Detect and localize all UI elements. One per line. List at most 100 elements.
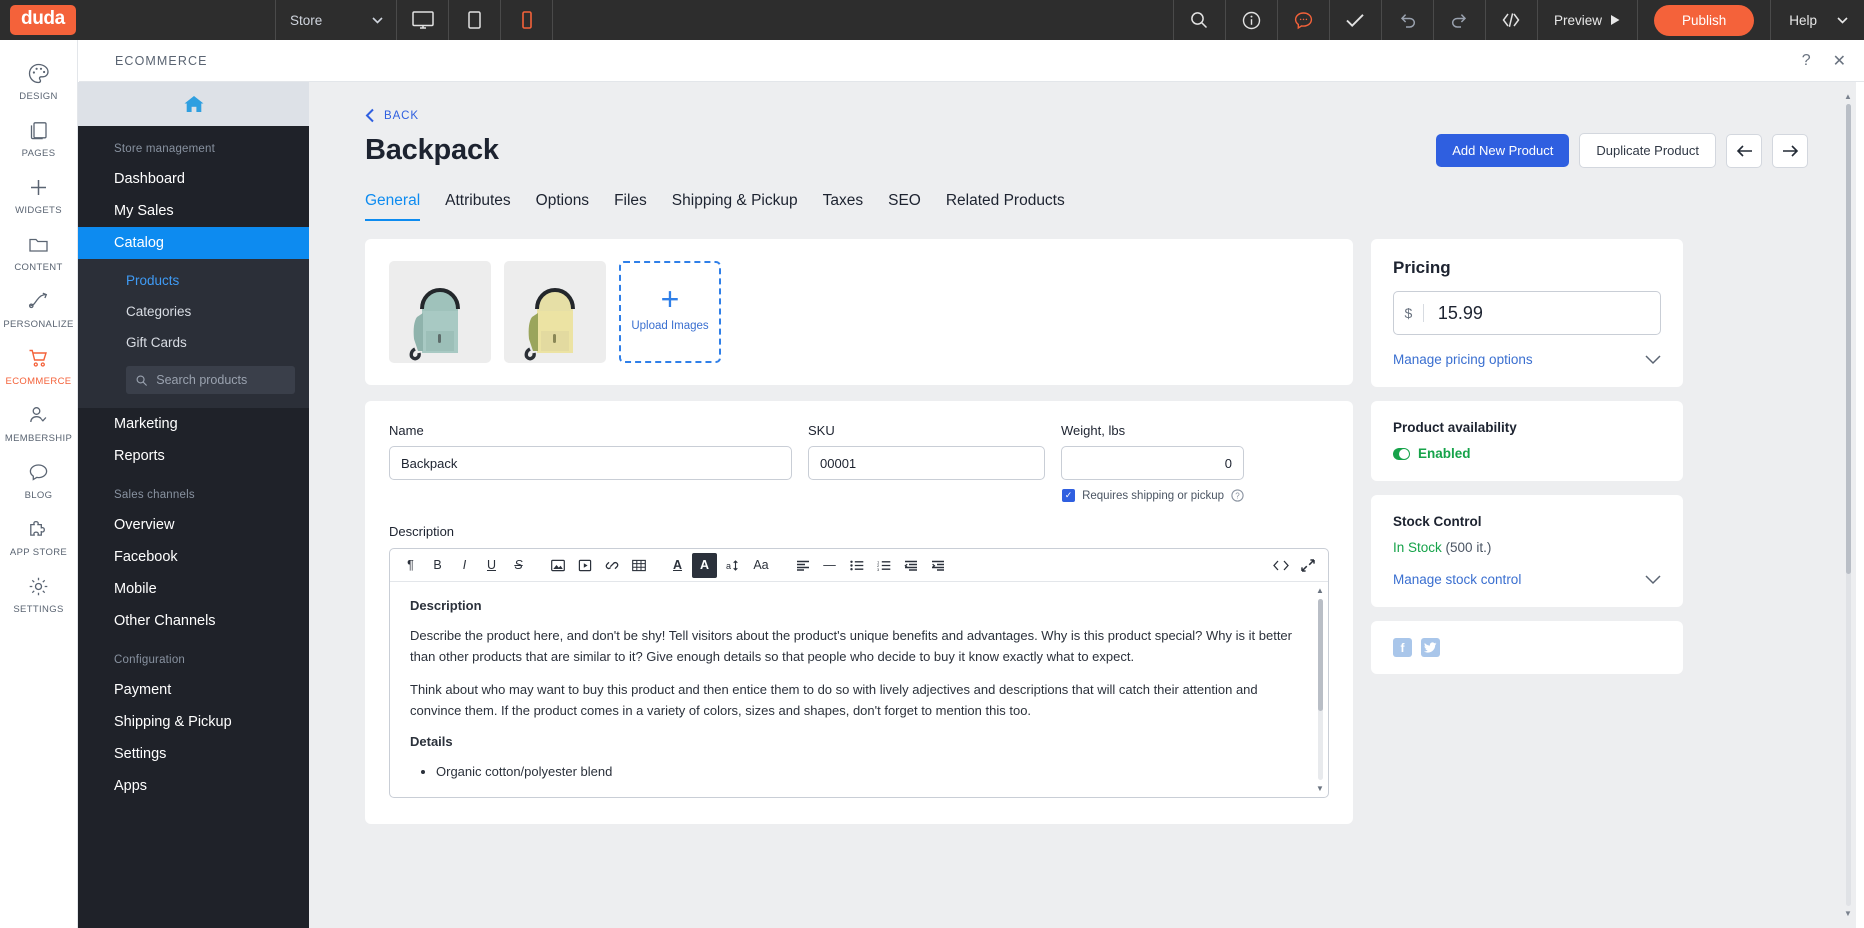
- tab-files[interactable]: Files: [614, 192, 647, 221]
- text-color-icon[interactable]: A: [665, 553, 690, 578]
- nav-item-payment[interactable]: Payment: [78, 674, 309, 706]
- mobile-view-icon[interactable]: [501, 0, 552, 40]
- rail-item-widgets[interactable]: WIDGETS: [0, 168, 78, 225]
- scroll-thumb[interactable]: [1846, 104, 1851, 574]
- nav-item-other-channels[interactable]: Other Channels: [78, 605, 309, 637]
- font-size-icon[interactable]: a: [719, 553, 744, 578]
- fullscreen-icon[interactable]: [1295, 553, 1320, 578]
- tab-seo[interactable]: SEO: [888, 192, 921, 221]
- image-icon[interactable]: [545, 553, 570, 578]
- desktop-view-icon[interactable]: [397, 0, 448, 40]
- info-icon[interactable]: [1226, 0, 1277, 40]
- product-image-thumbnail[interactable]: [504, 261, 606, 363]
- main-scrollbar[interactable]: ▲ ▼: [1844, 92, 1853, 918]
- code-icon[interactable]: [1486, 0, 1537, 40]
- rail-item-content[interactable]: CONTENT: [0, 225, 78, 282]
- price-field[interactable]: $: [1393, 291, 1661, 335]
- nav-item-catalog[interactable]: Catalog: [78, 227, 309, 259]
- requires-shipping-checkbox[interactable]: ✓: [1062, 489, 1076, 502]
- upload-images-button[interactable]: + Upload Images: [619, 261, 721, 363]
- rail-item-membership[interactable]: MEMBERSHIP: [0, 396, 78, 453]
- rail-item-blog[interactable]: BLOG: [0, 453, 78, 510]
- rail-item-settings[interactable]: SETTINGS: [0, 567, 78, 624]
- indent-icon[interactable]: [925, 553, 950, 578]
- nav-item-shipping-pickup[interactable]: Shipping & Pickup: [78, 706, 309, 738]
- video-icon[interactable]: [572, 553, 597, 578]
- nav-subitem-categories[interactable]: Categories: [78, 296, 309, 327]
- checkmark-icon[interactable]: [1330, 0, 1381, 40]
- previous-product-button[interactable]: [1726, 133, 1762, 168]
- nav-item-overview[interactable]: Overview: [78, 509, 309, 541]
- manage-pricing-options-row[interactable]: Manage pricing options: [1393, 352, 1661, 367]
- close-icon[interactable]: ✕: [1833, 51, 1846, 71]
- tablet-view-icon[interactable]: [449, 0, 500, 40]
- search-icon[interactable]: [1174, 0, 1225, 40]
- rail-item-personalize[interactable]: PERSONALIZE: [0, 282, 78, 339]
- link-icon[interactable]: [599, 553, 624, 578]
- paragraph-icon[interactable]: ¶: [398, 553, 423, 578]
- align-icon[interactable]: [790, 553, 815, 578]
- availability-row[interactable]: Enabled: [1393, 446, 1661, 461]
- tab-taxes[interactable]: Taxes: [823, 192, 864, 221]
- rail-item-app-store[interactable]: APP STORE: [0, 510, 78, 567]
- nav-item-my-sales[interactable]: My Sales: [78, 195, 309, 227]
- twitter-icon[interactable]: [1421, 638, 1440, 657]
- store-selector[interactable]: Store: [276, 0, 396, 40]
- nav-item-facebook[interactable]: Facebook: [78, 541, 309, 573]
- duplicate-product-button[interactable]: Duplicate Product: [1579, 133, 1716, 168]
- rail-item-pages[interactable]: PAGES: [0, 111, 78, 168]
- tab-shipping-pickup[interactable]: Shipping & Pickup: [672, 192, 798, 221]
- scroll-up-icon[interactable]: ▲: [1316, 586, 1324, 595]
- numbered-list-icon[interactable]: 123: [871, 553, 896, 578]
- publish-button[interactable]: Publish: [1653, 4, 1755, 36]
- nav-item-reports[interactable]: Reports: [78, 440, 309, 472]
- sku-input[interactable]: [808, 446, 1045, 480]
- help-menu[interactable]: Help: [1771, 0, 1864, 40]
- nav-item-dashboard[interactable]: Dashboard: [78, 163, 309, 195]
- source-code-icon[interactable]: [1268, 553, 1293, 578]
- italic-icon[interactable]: I: [452, 553, 477, 578]
- scroll-down-icon[interactable]: ▼: [1844, 909, 1852, 918]
- redo-icon[interactable]: [1434, 0, 1485, 40]
- strikethrough-icon[interactable]: S: [506, 553, 531, 578]
- nav-item-apps[interactable]: Apps: [78, 770, 309, 802]
- question-icon[interactable]: ?: [1231, 489, 1244, 502]
- duda-logo[interactable]: duda: [10, 5, 76, 35]
- table-icon[interactable]: [626, 553, 651, 578]
- name-input[interactable]: [389, 446, 792, 480]
- scroll-up-icon[interactable]: ▲: [1844, 92, 1852, 101]
- search-input[interactable]: [156, 373, 285, 387]
- manage-stock-control-row[interactable]: Manage stock control: [1393, 572, 1661, 587]
- nav-item-mobile[interactable]: Mobile: [78, 573, 309, 605]
- product-image-thumbnail[interactable]: [389, 261, 491, 363]
- font-family-icon[interactable]: Aa: [746, 553, 776, 578]
- home-button[interactable]: [78, 82, 309, 126]
- horizontal-rule-icon[interactable]: —: [817, 553, 842, 578]
- bold-icon[interactable]: B: [425, 553, 450, 578]
- product-search-box[interactable]: [126, 366, 295, 394]
- tab-attributes[interactable]: Attributes: [445, 192, 510, 221]
- underline-icon[interactable]: U: [479, 553, 504, 578]
- nav-subitem-gift-cards[interactable]: Gift Cards: [78, 327, 309, 358]
- tab-options[interactable]: Options: [536, 192, 589, 221]
- editor-scrollbar[interactable]: ▲ ▼: [1316, 586, 1325, 793]
- nav-item-settings[interactable]: Settings: [78, 738, 309, 770]
- facebook-icon[interactable]: f: [1393, 638, 1412, 657]
- nav-item-marketing[interactable]: Marketing: [78, 408, 309, 440]
- price-input[interactable]: [1423, 302, 1660, 324]
- scroll-thumb[interactable]: [1318, 599, 1323, 711]
- nav-subitem-products[interactable]: Products: [78, 265, 309, 296]
- highlight-color-icon[interactable]: A: [692, 552, 717, 578]
- question-icon[interactable]: ?: [1802, 52, 1811, 70]
- add-new-product-button[interactable]: Add New Product: [1436, 134, 1570, 167]
- rail-item-ecommerce[interactable]: ECOMMERCE: [0, 339, 78, 396]
- rail-item-design[interactable]: DESIGN: [0, 54, 78, 111]
- back-link[interactable]: BACK: [365, 108, 419, 123]
- bullet-list-icon[interactable]: [844, 553, 869, 578]
- editor-body[interactable]: Description Describe the product here, a…: [390, 582, 1328, 797]
- outdent-icon[interactable]: [898, 553, 923, 578]
- availability-toggle[interactable]: [1393, 447, 1410, 460]
- preview-button[interactable]: Preview: [1538, 0, 1637, 40]
- weight-input[interactable]: [1061, 446, 1244, 480]
- tab-related-products[interactable]: Related Products: [946, 192, 1065, 221]
